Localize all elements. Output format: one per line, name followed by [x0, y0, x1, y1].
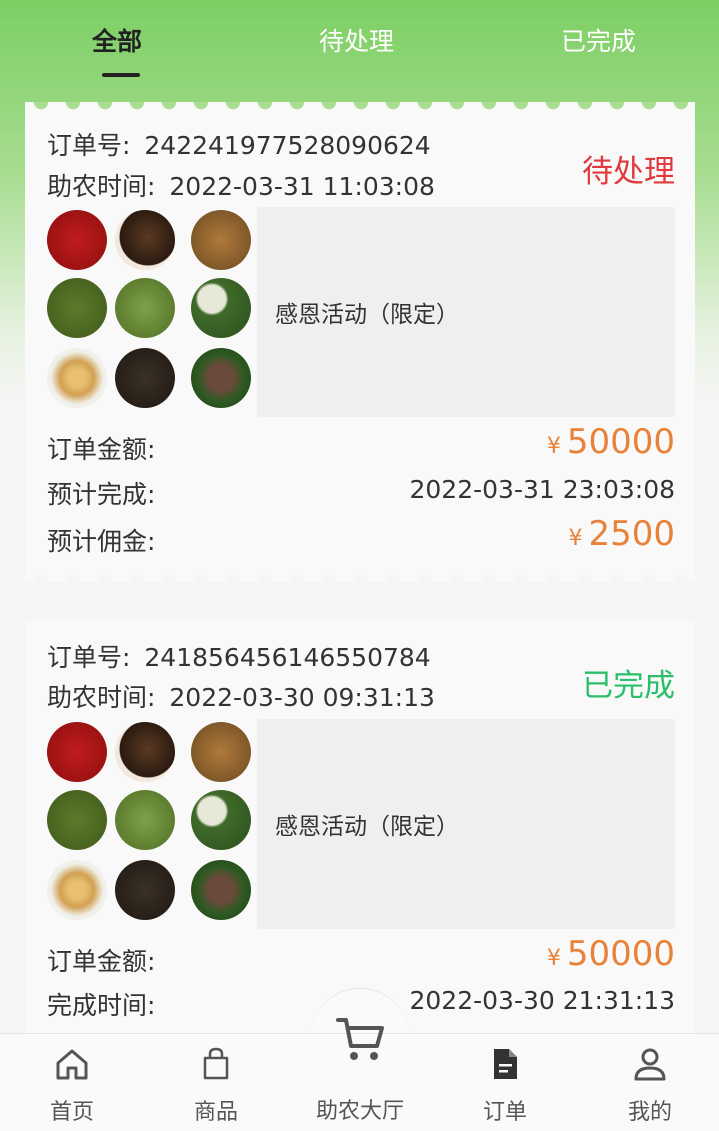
- order-number: 242241977528090624: [144, 131, 431, 160]
- nav-item-products[interactable]: 商品: [166, 1034, 266, 1131]
- status-badge: 已完成: [582, 668, 675, 704]
- order-time: 2022-03-31 11:03:08: [169, 172, 435, 201]
- order-time-line: 助农时间: 2022-03-30 09:31:13: [47, 678, 435, 714]
- order-time-line: 助农时间: 2022-03-31 11:03:08: [47, 167, 435, 203]
- cordyceps-image: [191, 722, 251, 782]
- expected-commission-label: 预计佣金:: [47, 527, 156, 556]
- currency-symbol: ¥: [546, 434, 561, 459]
- order-time-label: 助农时间:: [47, 683, 156, 712]
- green-tea-image: [47, 790, 107, 850]
- nav-item-orders[interactable]: 订单: [455, 1034, 555, 1131]
- card-bottom-edge: [25, 572, 695, 582]
- order-amount-label: 订单金额:: [47, 435, 156, 464]
- reishi-image: [191, 860, 251, 920]
- order-time: 2022-03-30 09:31:13: [169, 683, 435, 712]
- black-tea-image: [115, 348, 175, 408]
- product-info-box: 感恩活动（限定）: [257, 719, 675, 929]
- nav-label: 首页: [49, 1100, 94, 1125]
- finished-time: 2022-03-30 21:31:13: [409, 986, 675, 1015]
- order-card[interactable]: 订单号: 242241977528090624 助农时间: 2022-03-31…: [25, 102, 695, 582]
- tab-completed[interactable]: 已完成: [561, 22, 636, 58]
- green-tea-image: [47, 278, 107, 338]
- cart-icon[interactable]: [335, 1014, 387, 1066]
- currency-symbol: ¥: [568, 526, 583, 551]
- document-icon: [494, 1049, 517, 1079]
- product-info-box: 感恩活动（限定）: [257, 207, 675, 417]
- bag-icon: [203, 1047, 229, 1080]
- user-icon: [634, 1048, 666, 1081]
- order-card[interactable]: 订单号: 241856456146550784 助农时间: 2022-03-30…: [25, 620, 695, 1040]
- order-time-label: 助农时间:: [47, 172, 156, 201]
- finished-time-label: 完成时间:: [47, 991, 156, 1020]
- cordyceps-image: [191, 210, 251, 270]
- black-tea-image: [115, 860, 175, 920]
- tea-leaves-image: [115, 790, 175, 850]
- tea-leaves-image: [115, 278, 175, 338]
- order-amount-value: 50000: [566, 934, 675, 974]
- ginseng-image: [47, 860, 107, 920]
- reishi-image: [191, 348, 251, 408]
- mushroom-image: [115, 210, 175, 270]
- saffron-image: [47, 722, 107, 782]
- order-number-label: 订单号:: [47, 131, 131, 160]
- expected-commission: ¥2500: [568, 514, 675, 554]
- product-thumbnail-grid: [47, 722, 255, 930]
- order-number-label: 订单号:: [47, 643, 131, 672]
- product-thumbnail-grid: [47, 210, 255, 418]
- tea-bowl-image: [191, 278, 251, 338]
- order-amount-label: 订单金额:: [47, 947, 156, 976]
- nav-item-hall-label[interactable]: 助农大厅: [300, 1093, 420, 1125]
- tea-bowl-image: [191, 790, 251, 850]
- tab-pending[interactable]: 待处理: [319, 22, 394, 58]
- order-number: 241856456146550784: [144, 643, 431, 672]
- product-name: 感恩活动（限定）: [275, 302, 459, 328]
- status-badge: 待处理: [582, 154, 675, 190]
- active-tab-indicator: [102, 73, 140, 77]
- expected-completion-label: 预计完成:: [47, 480, 156, 509]
- currency-symbol: ¥: [546, 946, 561, 971]
- nav-item-home[interactable]: 首页: [22, 1034, 122, 1131]
- order-amount: ¥50000: [547, 422, 675, 462]
- home-icon: [56, 1049, 88, 1080]
- order-number-line: 订单号: 241856456146550784: [47, 638, 431, 674]
- nav-item-profile[interactable]: 我的: [600, 1034, 700, 1131]
- expected-completion-time: 2022-03-31 23:03:08: [409, 475, 675, 504]
- expected-commission-value: 2500: [588, 514, 675, 554]
- product-name: 感恩活动（限定）: [275, 814, 459, 840]
- card-top-edge: [25, 102, 695, 112]
- order-amount: ¥50000: [547, 934, 675, 974]
- order-tabs: 全部 待处理 已完成: [0, 0, 719, 90]
- order-number-line: 订单号: 242241977528090624: [47, 126, 431, 162]
- nav-label: 商品: [193, 1100, 238, 1125]
- order-amount-value: 50000: [566, 422, 675, 462]
- ginseng-image: [47, 348, 107, 408]
- nav-label: 订单: [482, 1100, 527, 1125]
- mushroom-image: [115, 722, 175, 782]
- saffron-image: [47, 210, 107, 270]
- tab-all[interactable]: 全部: [92, 22, 142, 58]
- nav-label: 我的: [627, 1100, 672, 1125]
